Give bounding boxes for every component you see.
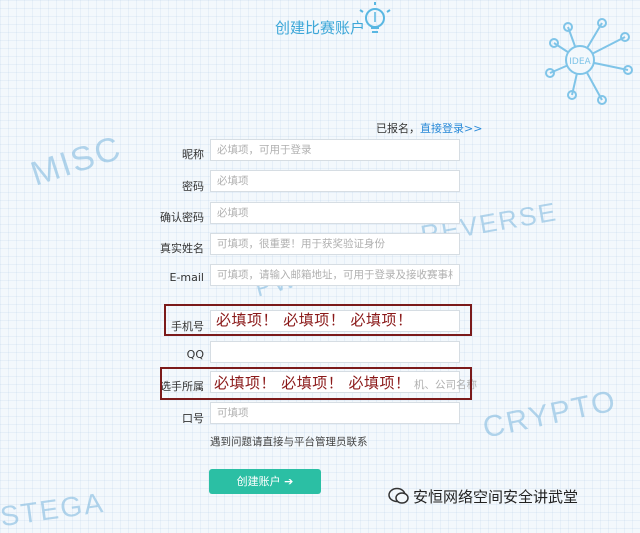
email-input[interactable] [210, 264, 460, 286]
confirm-password-label: 确认密码 [160, 211, 204, 224]
login-link[interactable]: 直接登录>> [420, 122, 482, 135]
slogan-label: 口号 [182, 412, 204, 425]
nickname-input[interactable] [210, 139, 460, 161]
idea-network-icon: IDEA [545, 18, 633, 105]
qq-label: QQ [186, 348, 204, 361]
registered-line: 已报名，直接登录>> [376, 120, 482, 136]
confirm-password-input[interactable] [210, 202, 460, 224]
real-name-input[interactable] [210, 233, 460, 255]
nickname-label: 昵称 [182, 148, 204, 161]
password-label: 密码 [182, 180, 204, 193]
watermark-text: 安恒网络空间安全讲武堂 [413, 488, 579, 506]
phone-annotation-text: 必填项！ 必填项！ 必填项！ [216, 311, 413, 329]
email-label: E-mail [169, 271, 205, 284]
real-name-label: 真实姓名 [160, 242, 204, 255]
affiliation-annotation-text: 必填项！ 必填项！ 必填项！ [214, 374, 411, 392]
deco-crypto-text: CRYPTO [479, 384, 620, 445]
password-input[interactable] [210, 170, 460, 192]
help-text: 遇到问题请直接与平台管理员联系 [210, 436, 368, 448]
wechat-icon [388, 487, 409, 504]
lightbulb-icon [359, 2, 391, 33]
qq-input[interactable] [210, 341, 460, 363]
create-account-button[interactable]: 创建账户 ➔ [209, 469, 321, 494]
registered-text: 已报名， [376, 122, 420, 135]
deco-stega-text: STEGA [0, 486, 107, 533]
slogan-input[interactable] [210, 402, 460, 424]
idea-badge: IDEA [569, 57, 591, 67]
